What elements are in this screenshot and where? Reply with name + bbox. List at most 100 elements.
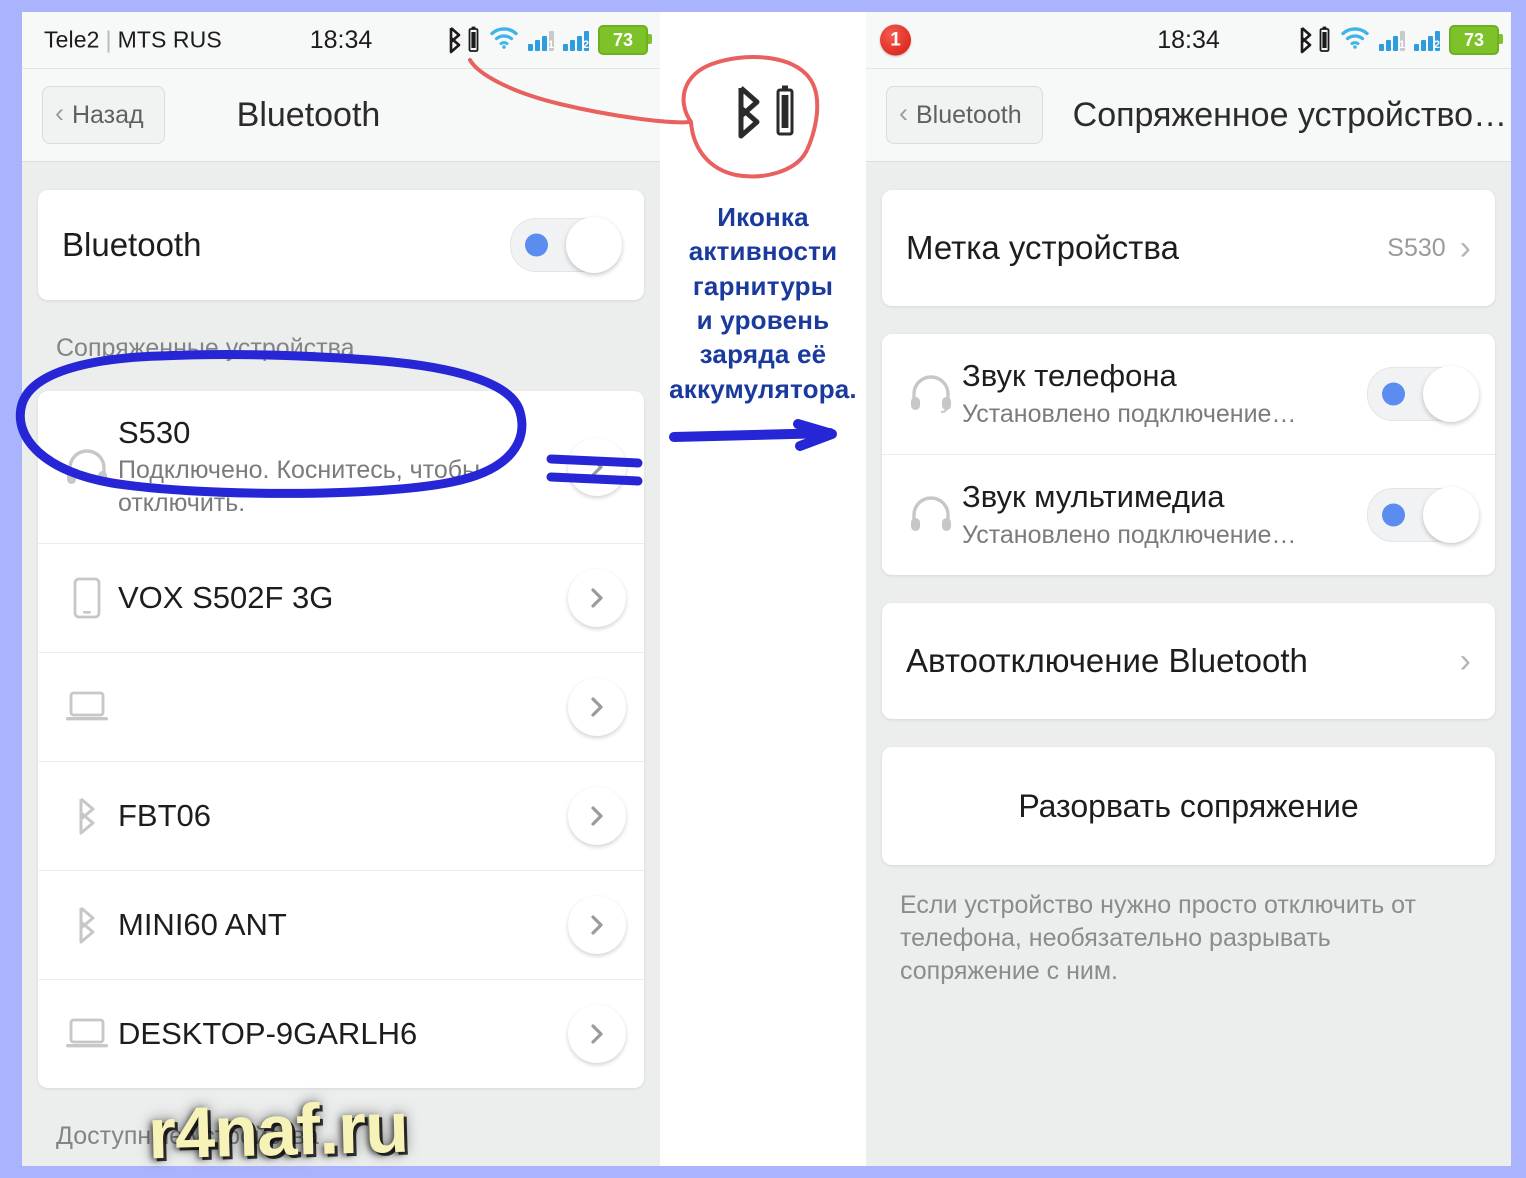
device-detail-button[interactable] [568,438,626,496]
battery-icon: 73 [1449,25,1503,55]
audio-profiles-card: Звук телефона Установлено подключение… З… [882,334,1495,575]
bluetooth-headset-battery-icon [1296,26,1331,54]
auto-disconnect-row[interactable]: Автоотключение Bluetooth › [882,603,1495,719]
caption-line: аккумулятора. [669,373,857,404]
carrier-separator: | [105,26,112,53]
right-content: Метка устройства S530 › Звук телефона Ус… [866,190,1511,988]
signal-sim1-icon: 1 [1379,29,1405,51]
back-button-label: Назад [72,100,144,129]
bluetooth-toggle-card: Bluetooth [38,190,644,300]
device-name: FBT06 [118,797,212,833]
toggle-dot [1382,503,1405,527]
chevron-right-icon: › [1459,229,1471,267]
battery-icon: 73 [598,25,652,55]
caption-line: активности [688,236,838,267]
back-button[interactable]: ‹ Bluetooth [886,86,1043,144]
device-detail-button[interactable] [568,678,626,736]
right-phone-screen: 1 18:34 1 2 73 ‹ Bluetooth Сопряженное у… [866,12,1511,1166]
list-item[interactable]: DESKTOP-9GARLH6 [38,979,644,1088]
status-bar-right: 1 18:34 1 2 73 [866,12,1511,69]
device-label-value: S530 [1387,233,1446,262]
audio-profile-row[interactable]: Звук телефона Установлено подключение… [882,334,1495,454]
list-item[interactable] [38,652,644,761]
device-label-row[interactable]: Метка устройства S530 › [882,190,1495,306]
bluetooth-icon [56,795,118,837]
bluetooth-row-texts: Bluetooth [62,226,510,265]
bluetooth-label: Bluetooth [62,225,202,263]
bluetooth-headset-battery-icon [445,26,480,54]
device-name: S530 [118,414,191,450]
chevron-left-icon: ‹ [55,98,64,128]
laptop-icon [56,1017,118,1051]
page-title: Сопряженное устройство… [1072,95,1508,134]
unpair-button[interactable]: Разорвать сопряжение [882,747,1495,865]
status-icons: 1 2 73 [445,25,652,55]
device-detail-button[interactable] [568,1005,626,1063]
phone-audio-toggle[interactable] [1367,366,1479,422]
device-label-texts: Метка устройства [906,229,1387,268]
audio-profile-status: Установлено подключение… [962,399,1297,428]
unpair-button-label: Разорвать сопряжение [1018,787,1359,824]
back-button[interactable]: ‹ Назад [42,86,165,144]
caption-line: Иконка [717,202,809,232]
device-label-card: Метка устройства S530 › [882,190,1495,306]
device-status: Подключено. Коснитесь, чтобы отключить. [118,456,481,517]
media-audio-toggle[interactable] [1367,487,1479,543]
annotation-column: Иконка активности гарнитуры и уровень за… [660,12,866,1166]
auto-disconnect-card: Автоотключение Bluetooth › [882,603,1495,719]
headset-icon [900,495,962,535]
list-item[interactable]: VOX S502F 3G [38,543,644,652]
phone-icon [56,577,118,619]
device-detail-button[interactable] [568,787,626,845]
audio-profile-status: Установлено подключение… [962,520,1297,549]
list-item[interactable]: FBT06 [38,761,644,870]
unpair-card: Разорвать сопряжение [882,747,1495,865]
signal-sim1-icon: 1 [528,29,554,51]
bluetooth-headset-battery-icon [729,84,797,140]
device-texts: DESKTOP-9GARLH6 [118,1016,568,1053]
device-detail-button[interactable] [568,896,626,954]
caption-line: гарнитуры [692,270,834,301]
toggle-knob [1423,366,1479,422]
chevron-left-icon: ‹ [899,98,908,128]
audio-profile-row[interactable]: Звук мультимедиа Установлено подключение… [882,454,1495,575]
device-label-title: Метка устройства [906,228,1179,266]
left-phone-screen: Tele2 | MTS RUS 18:34 1 2 73 ‹ Назад Blu… [22,12,660,1166]
toggle-dot [1382,382,1405,406]
status-bar-left: Tele2 | MTS RUS 18:34 1 2 73 [22,12,660,69]
watermark: r4naf.ru [146,1087,410,1175]
notification-badge: 1 [880,24,911,56]
chevron-right-icon: › [1459,642,1471,680]
toggle-dot [525,233,548,257]
device-texts: MINI60 ANT [118,907,568,944]
signal-sim2-icon: 2 [563,29,589,51]
unpair-footnote: Если устройство нужно просто отключить о… [900,891,1416,985]
toggle-knob [566,217,622,273]
clock: 18:34 [309,25,373,54]
list-item[interactable]: MINI60 ANT [38,870,644,979]
clock: 18:34 [1157,25,1220,54]
bluetooth-toggle-row[interactable]: Bluetooth [38,190,644,300]
bluetooth-toggle-switch[interactable] [510,217,622,273]
device-texts: FBT06 [118,798,568,835]
nav-bar-right: ‹ Bluetooth Сопряженное устройство… [866,69,1511,162]
status-icons: 1 2 73 [1296,25,1503,55]
laptop-icon [56,690,118,724]
audio-profile-title: Звук мультимедиа [962,478,1225,514]
audio-profile-texts: Звук мультимедиа Установлено подключение… [962,479,1367,551]
paired-section-label: Сопряженные устройства [56,334,355,362]
headset-icon [900,374,962,414]
back-button-label: Bluetooth [916,100,1022,129]
carrier-label: Tele2 | MTS RUS [44,27,222,54]
battery-percent: 73 [1463,29,1485,50]
list-item[interactable]: S530 Подключено. Коснитесь, чтобы отключ… [38,391,644,543]
screenshot-stage: Tele2 | MTS RUS 18:34 1 2 73 ‹ Назад Blu… [0,0,1526,1178]
caption-line: заряда её [699,339,827,370]
annotation-caption: Иконка активности гарнитуры и уровень за… [656,200,870,406]
device-detail-button[interactable] [568,569,626,627]
audio-profile-title: Звук телефона [962,357,1177,393]
device-name: MINI60 ANT [118,906,287,942]
device-name: VOX S502F 3G [118,579,334,615]
left-content: Bluetooth Сопряженные устройства S530 По… [22,190,660,1166]
carrier-sim2: MTS RUS [117,26,222,53]
